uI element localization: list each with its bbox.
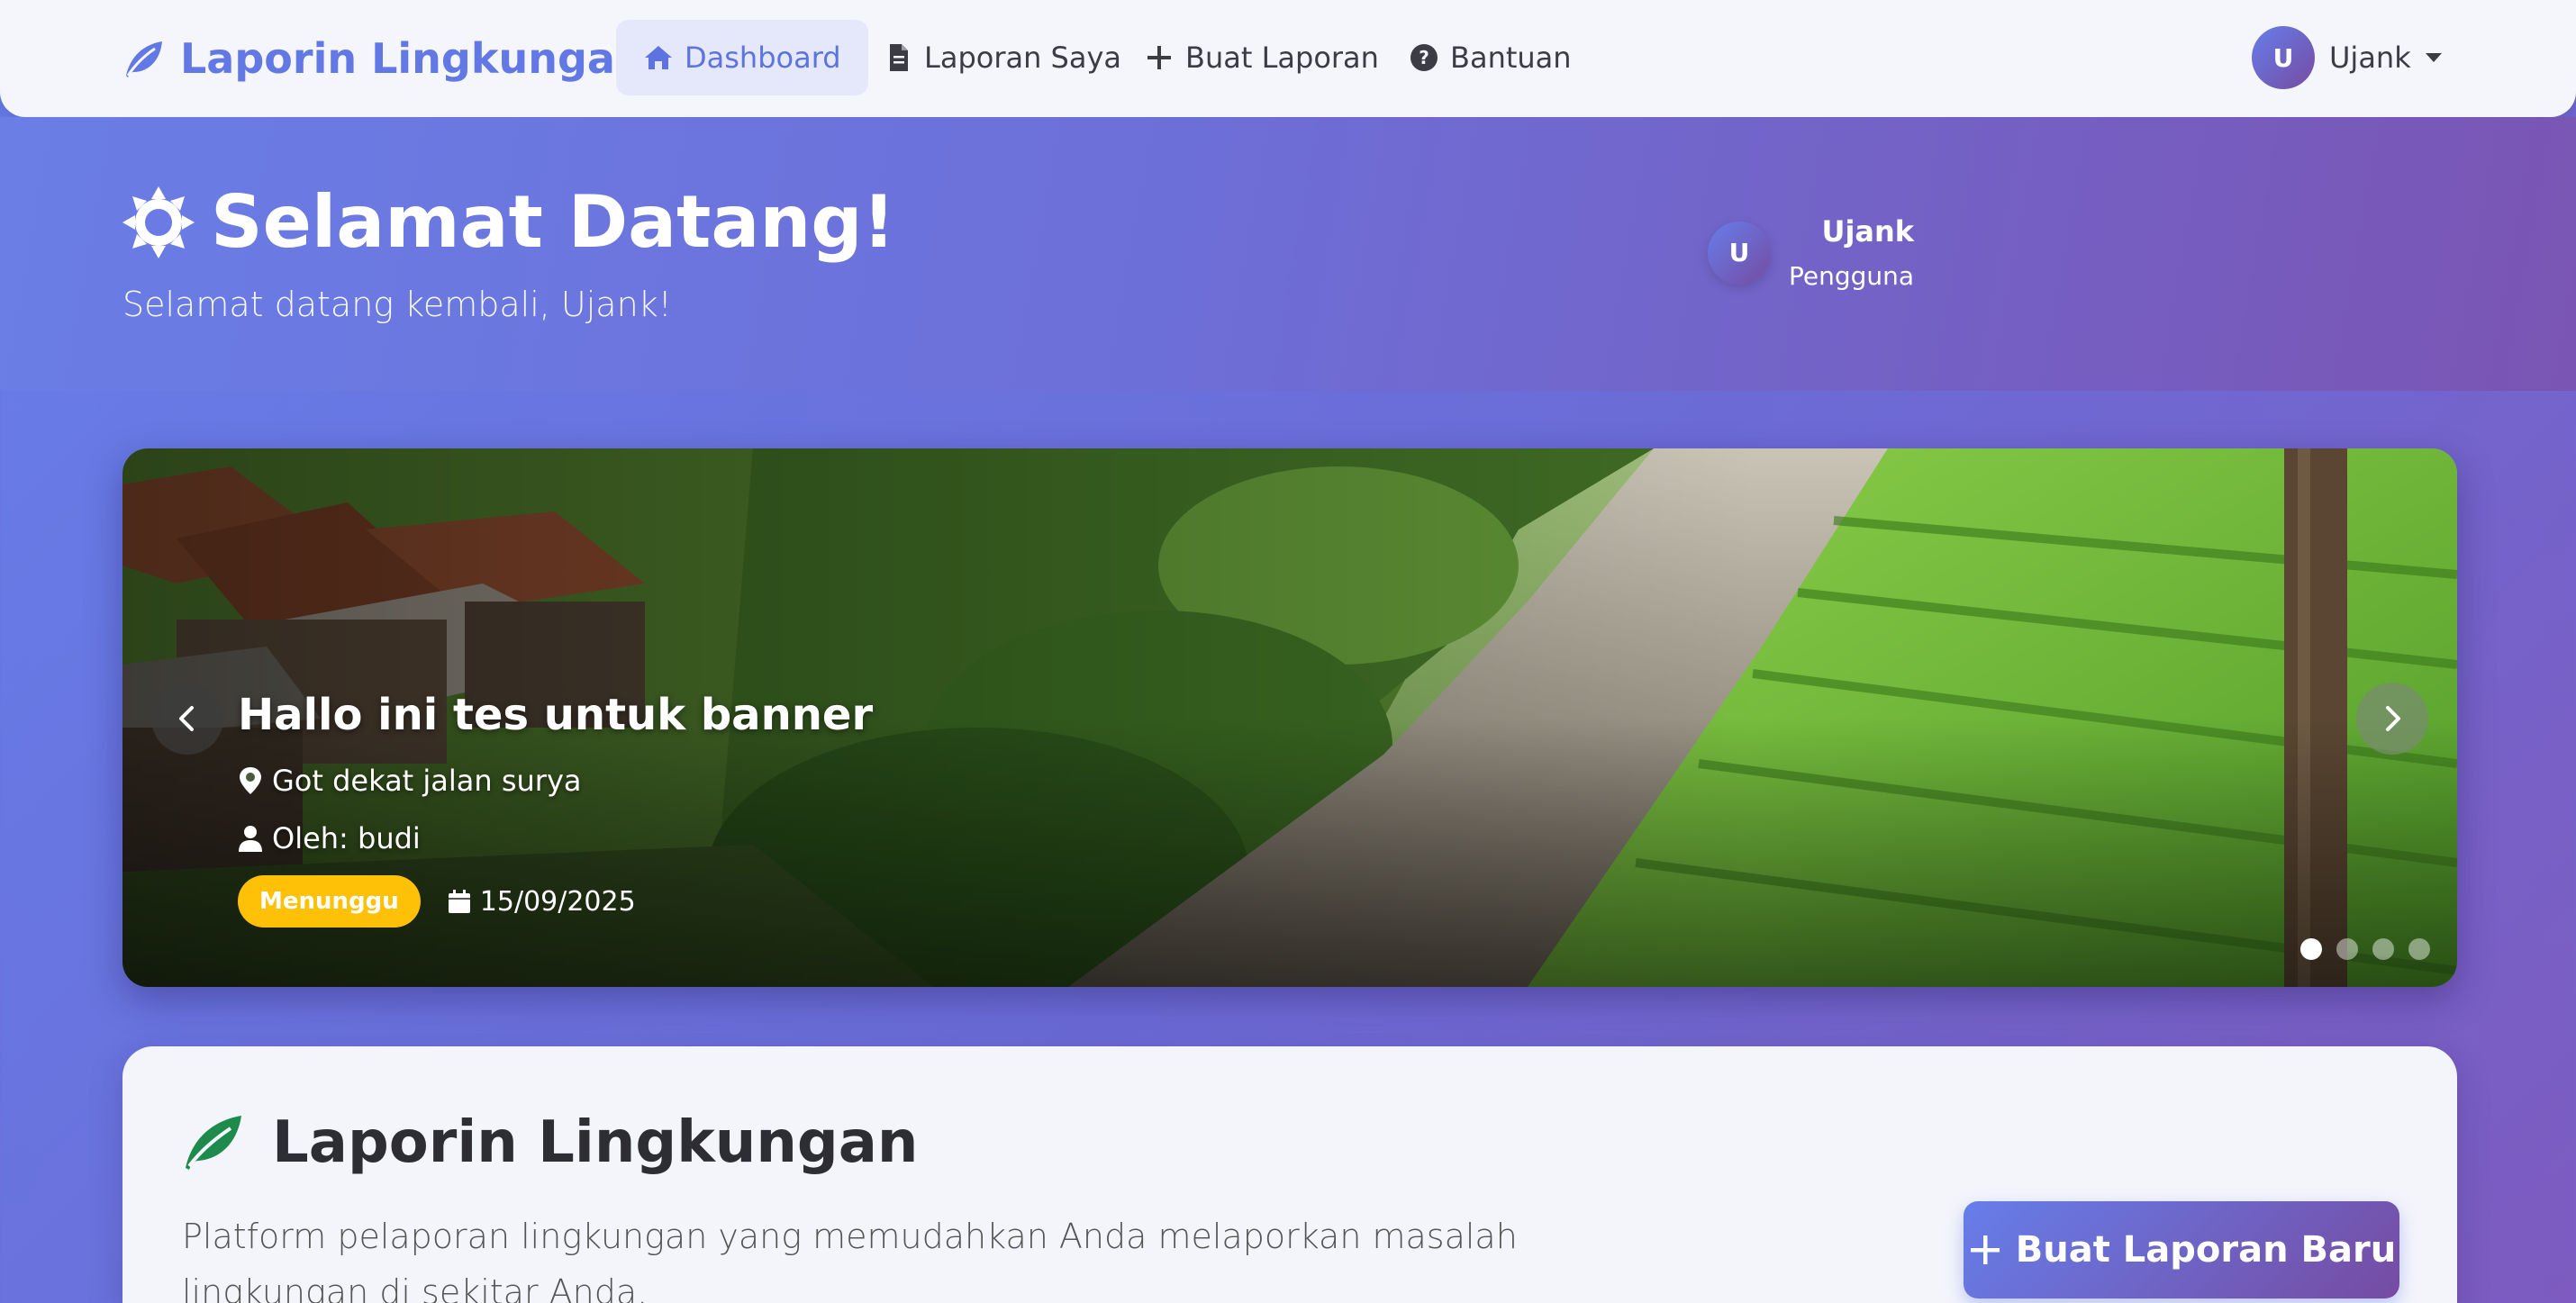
avatar: U bbox=[2252, 26, 2315, 89]
carousel-indicators bbox=[2300, 938, 2430, 960]
home-icon bbox=[645, 46, 672, 69]
sun-icon bbox=[122, 185, 195, 258]
banner-date: 15/09/2025 bbox=[448, 886, 636, 918]
welcome-subtitle: Selamat datang kembali, Ujank! bbox=[122, 285, 672, 324]
banner-location: Got dekat jalan surya bbox=[238, 764, 873, 798]
carousel-next-button[interactable] bbox=[2356, 683, 2428, 755]
banner-author-text: Oleh: budi bbox=[272, 821, 421, 855]
hero-user-role: Pengguna bbox=[1789, 261, 1915, 291]
svg-text:?: ? bbox=[1419, 47, 1429, 68]
welcome-title-text: Selamat Datang! bbox=[211, 180, 896, 264]
user-menu-dropdown[interactable]: U Ujank bbox=[2252, 25, 2442, 90]
banner-title: Hallo ini tes untuk banner bbox=[238, 690, 874, 740]
question-circle-icon: ? bbox=[1410, 44, 1438, 71]
user-name: Ujank bbox=[2329, 41, 2411, 75]
welcome-title: Selamat Datang! bbox=[121, 180, 895, 264]
nav-dashboard-label: Dashboard bbox=[685, 41, 841, 75]
platform-title-text: Laporin Lingkungan bbox=[272, 1109, 919, 1176]
chevron-left-icon bbox=[179, 706, 194, 731]
carousel-indicator-2[interactable] bbox=[2336, 938, 2358, 960]
hero-avatar: U bbox=[1708, 221, 1771, 285]
navbar: Laporin Lingkungan Dashboard Laporan Say… bbox=[0, 0, 2576, 117]
status-badge: Menunggu bbox=[238, 875, 421, 927]
create-report-button[interactable]: Buat Laporan Baru bbox=[1964, 1201, 2399, 1298]
leaf-icon bbox=[126, 41, 162, 77]
banner-location-text: Got dekat jalan surya bbox=[272, 764, 582, 798]
user-icon bbox=[239, 826, 262, 852]
carousel-indicator-4[interactable] bbox=[2408, 938, 2430, 960]
hero-user-name: Ujank bbox=[1821, 214, 1915, 249]
banner-caption: Hallo ini tes untuk banner Got dekat jal… bbox=[238, 690, 873, 927]
banner-meta: Menunggu 15/09/2025 bbox=[238, 875, 873, 927]
map-pin-icon bbox=[240, 767, 261, 794]
document-icon bbox=[890, 44, 908, 71]
brand-name: Laporin Lingkungan bbox=[180, 34, 645, 83]
calendar-icon bbox=[448, 890, 470, 913]
report-banner-carousel: Hallo ini tes untuk banner Got dekat jal… bbox=[122, 448, 2457, 987]
hero-user-info: Ujank Pengguna bbox=[1789, 214, 1914, 291]
leaf-icon bbox=[186, 1116, 241, 1170]
nav-dashboard[interactable]: Dashboard bbox=[616, 20, 868, 95]
banner-author: Oleh: budi bbox=[238, 821, 873, 855]
nav-laporan-saya-label: Laporan Saya bbox=[924, 41, 1122, 75]
hero-user-card: U Ujank Pengguna bbox=[1708, 214, 1914, 291]
brand-logo[interactable]: Laporin Lingkungan bbox=[121, 31, 645, 86]
chevron-right-icon bbox=[2386, 706, 2400, 731]
nav-bantuan[interactable]: ? Bantuan bbox=[1382, 20, 1599, 95]
welcome-hero: Selamat Datang! Selamat datang kembali, … bbox=[0, 117, 2576, 391]
banner-date-text: 15/09/2025 bbox=[479, 885, 636, 918]
nav-buat-laporan[interactable]: Buat Laporan bbox=[1117, 20, 1406, 95]
platform-title: Laporin Lingkungan bbox=[182, 1109, 918, 1176]
plus-icon bbox=[1970, 1235, 2000, 1264]
carousel-prev-button[interactable] bbox=[151, 683, 223, 755]
carousel-indicator-1[interactable] bbox=[2300, 938, 2322, 960]
caret-down-icon bbox=[2425, 53, 2442, 62]
carousel-indicator-3[interactable] bbox=[2372, 938, 2394, 960]
nav-buat-laporan-label: Buat Laporan bbox=[1185, 41, 1379, 75]
plus-icon bbox=[1147, 46, 1171, 69]
nav-laporan-saya[interactable]: Laporan Saya bbox=[856, 20, 1148, 95]
create-report-button-label: Buat Laporan Baru bbox=[2015, 1229, 2397, 1271]
nav-bantuan-label: Bantuan bbox=[1450, 41, 1572, 75]
platform-description: Platform pelaporan lingkungan yang memud… bbox=[182, 1217, 1518, 1303]
platform-info-card: Laporin Lingkungan Platform pelaporan li… bbox=[122, 1046, 2457, 1303]
